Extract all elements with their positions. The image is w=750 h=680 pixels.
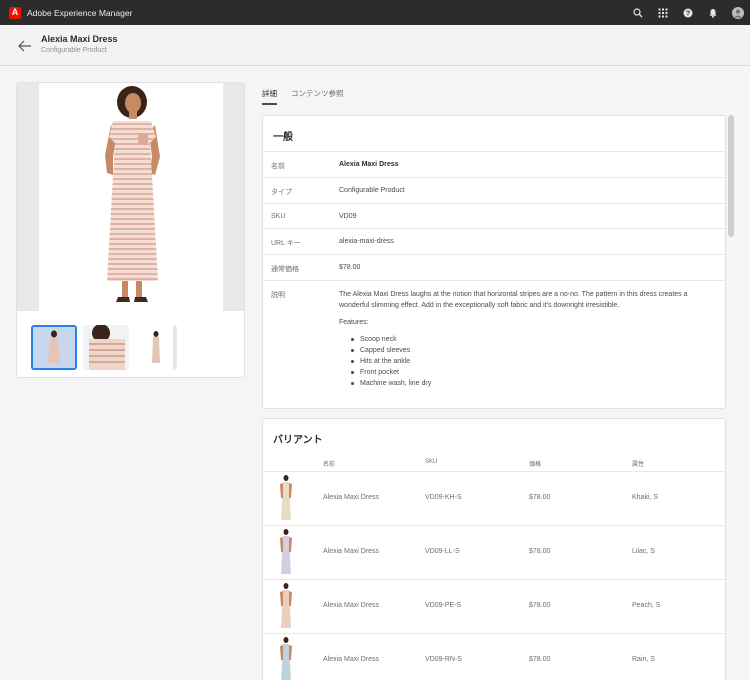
description-row: 説明 The Alexia Maxi Dress laughs at the n… bbox=[263, 280, 725, 408]
cell-name: Alexia Maxi Dress bbox=[323, 548, 380, 555]
cell-name: Alexia Maxi Dress bbox=[323, 602, 380, 609]
general-heading: 一般 bbox=[273, 132, 293, 143]
list-item: Hits at the ankle bbox=[351, 356, 719, 367]
column-header-attributes[interactable]: 属性 bbox=[632, 459, 644, 468]
cell-price: $78.00 bbox=[529, 602, 551, 609]
page-subtitle: Configurable Product bbox=[41, 47, 107, 54]
field-value: alexia-maxi-dress bbox=[339, 238, 394, 245]
description-text: The Alexia Maxi Dress laughs at the noti… bbox=[339, 289, 719, 389]
cell-price: $78.00 bbox=[529, 494, 551, 501]
variant-thumbnail bbox=[278, 474, 294, 524]
field-value: Alexia Maxi Dress bbox=[339, 161, 399, 168]
field-value: $78.00 bbox=[339, 264, 361, 271]
field-label: 説明 bbox=[271, 292, 285, 299]
table-row[interactable]: Alexia Maxi Dress VD09-RN-S $78.00 Rain,… bbox=[263, 633, 725, 680]
features-label: Features: bbox=[339, 319, 369, 326]
cell-name: Alexia Maxi Dress bbox=[323, 494, 380, 501]
cell-sku: VD09-RN-S bbox=[425, 656, 462, 663]
field-value: Configurable Product bbox=[339, 187, 405, 194]
field-row: SKU VD09 bbox=[263, 203, 725, 229]
image-thumbnail[interactable] bbox=[31, 325, 77, 370]
search-icon[interactable] bbox=[632, 7, 644, 19]
field-label: 通常価格 bbox=[271, 266, 299, 273]
cell-sku: VD09-PE-S bbox=[425, 602, 462, 609]
adobe-logo-icon[interactable]: A bbox=[9, 6, 21, 19]
variant-thumbnail bbox=[278, 528, 294, 578]
cell-sku: VD09-LL-S bbox=[425, 548, 460, 555]
general-card: 一般 名前 Alexia Maxi Dress タイプ Configurable… bbox=[262, 115, 726, 409]
page-header: Alexia Maxi Dress Configurable Product bbox=[0, 25, 750, 66]
list-item: Capped sleeves bbox=[351, 345, 719, 356]
column-header-name[interactable]: 名前 bbox=[323, 459, 335, 468]
tab-details[interactable]: 詳細 bbox=[262, 88, 277, 105]
features-list: Scoop neck Capped sleeves Hits at the an… bbox=[351, 334, 719, 389]
shell-bar: A Adobe Experience Manager ? bbox=[0, 0, 750, 25]
cell-attributes: Lilac, S bbox=[632, 548, 655, 555]
list-item: Scoop neck bbox=[351, 334, 719, 345]
list-item: Front pocket bbox=[351, 367, 719, 378]
tab-bar: 詳細 コンテンツ参照 bbox=[262, 88, 358, 105]
field-row: タイプ Configurable Product bbox=[263, 177, 725, 203]
cell-sku: VD09-KH-S bbox=[425, 494, 462, 501]
product-image-gallery bbox=[16, 82, 245, 378]
image-thumbnail[interactable] bbox=[83, 325, 129, 370]
svg-text:?: ? bbox=[686, 10, 690, 17]
field-label: SKU bbox=[271, 213, 286, 220]
cell-attributes: Peach, S bbox=[632, 602, 661, 609]
cell-price: $78.00 bbox=[529, 656, 551, 663]
help-icon[interactable]: ? bbox=[682, 7, 694, 19]
field-label: 名前 bbox=[271, 163, 285, 170]
apps-icon[interactable] bbox=[657, 7, 669, 19]
back-arrow-icon[interactable] bbox=[18, 39, 32, 52]
column-header-sku[interactable]: SKU bbox=[425, 459, 437, 465]
user-avatar[interactable] bbox=[732, 6, 744, 19]
table-row[interactable]: Alexia Maxi Dress VD09-KH-S $78.00 Khaki… bbox=[263, 471, 725, 525]
scrollbar[interactable] bbox=[728, 115, 734, 237]
cell-name: Alexia Maxi Dress bbox=[323, 656, 380, 663]
field-row: 通常価格 $78.00 bbox=[263, 254, 725, 280]
field-label: URL キー bbox=[271, 240, 301, 247]
image-thumbnail[interactable] bbox=[135, 325, 177, 370]
column-header-price[interactable]: 価格 bbox=[529, 459, 541, 468]
description-paragraph: The Alexia Maxi Dress laughs at the noti… bbox=[339, 291, 688, 309]
main-product-image[interactable] bbox=[17, 83, 244, 311]
variant-thumbnail bbox=[278, 636, 294, 680]
tab-content-references[interactable]: コンテンツ参照 bbox=[291, 88, 344, 105]
field-label: タイプ bbox=[271, 189, 292, 196]
variant-thumbnail bbox=[278, 582, 294, 632]
variants-heading: バリアント bbox=[273, 435, 323, 446]
bell-icon[interactable] bbox=[707, 7, 719, 19]
table-row[interactable]: Alexia Maxi Dress VD09-LL-S $78.00 Lilac… bbox=[263, 525, 725, 579]
cell-price: $78.00 bbox=[529, 548, 551, 555]
page-title: Alexia Maxi Dress bbox=[41, 34, 118, 44]
app-name[interactable]: Adobe Experience Manager bbox=[27, 8, 132, 18]
table-row[interactable]: Alexia Maxi Dress VD09-PE-S $78.00 Peach… bbox=[263, 579, 725, 633]
cell-attributes: Khaki, S bbox=[632, 494, 659, 501]
cell-attributes: Rain, S bbox=[632, 656, 655, 663]
field-row: URL キー alexia-maxi-dress bbox=[263, 228, 725, 254]
variants-card: バリアント 名前 SKU 価格 属性 Alexia Maxi Dress VD0… bbox=[262, 418, 726, 680]
field-row: 名前 Alexia Maxi Dress bbox=[263, 151, 725, 177]
list-item: Machine wash, line dry bbox=[351, 378, 719, 389]
field-value: VD09 bbox=[339, 213, 357, 220]
